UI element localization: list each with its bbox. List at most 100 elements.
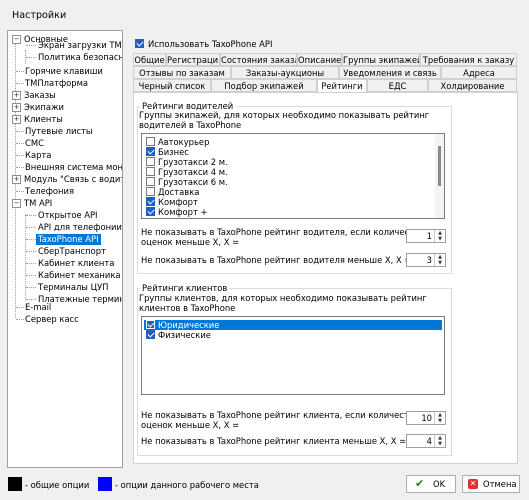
checkbox[interactable] bbox=[146, 157, 155, 166]
collapse-icon[interactable]: − bbox=[12, 35, 21, 44]
tree-node-clients[interactable]: Клиенты bbox=[24, 114, 63, 125]
tree-node-taxophone-api[interactable]: TaxoPhone API bbox=[36, 234, 101, 245]
tree-node-telephony[interactable]: Телефония bbox=[25, 186, 74, 197]
tree-node-tmplatform[interactable]: ТМПлатформа bbox=[25, 78, 88, 89]
list-item: Бизнес bbox=[158, 147, 189, 157]
tree-node-monitoring[interactable]: Внешняя система мониторинга bbox=[25, 162, 122, 173]
driver-count-label-1: Не показывать в TaxoPhone рейтинг водите… bbox=[141, 227, 425, 237]
checkbox[interactable] bbox=[146, 330, 155, 339]
tree-node-cup-terminals[interactable]: Терминалы ЦУП bbox=[38, 282, 108, 293]
list-item: Комфорт bbox=[158, 197, 198, 207]
tree-node-map[interactable]: Карта bbox=[25, 150, 51, 161]
close-icon: ✕ bbox=[468, 479, 478, 489]
list-item: Автокурьер bbox=[158, 137, 210, 147]
stepper-arrows-icon[interactable]: ▲ ▼ bbox=[434, 230, 445, 242]
client-min-stepper[interactable]: 4 ▲ ▼ bbox=[406, 434, 446, 448]
checkbox[interactable] bbox=[146, 147, 155, 156]
tab-notifications[interactable]: Уведомления и связь bbox=[339, 66, 441, 79]
tab-general[interactable]: Общие bbox=[133, 53, 166, 66]
stepper-value: 4 bbox=[426, 436, 432, 446]
tree-node-sbertransport[interactable]: СберТранспорт bbox=[38, 246, 106, 257]
local-options-swatch bbox=[98, 477, 112, 491]
driver-min-stepper[interactable]: 3 ▲ ▼ bbox=[406, 253, 446, 267]
tree-node-tm-api[interactable]: ТМ API bbox=[24, 198, 52, 209]
driver-ratings-description: Группы экипажей, для которых необходимо … bbox=[139, 110, 430, 130]
use-taxophone-api-checkbox[interactable] bbox=[135, 39, 144, 48]
tab-ratings[interactable]: Рейтинги bbox=[317, 79, 367, 93]
client-ratings-description: Группы клиентов, для которых необходимо … bbox=[139, 293, 427, 313]
tree-node-sms[interactable]: СМС bbox=[25, 138, 44, 149]
ok-button[interactable]: ✔ OK bbox=[406, 475, 456, 493]
tree-node-security-policy[interactable]: Политика безопасност bbox=[38, 52, 122, 63]
tree-node-orders[interactable]: Заказы bbox=[24, 90, 56, 101]
title-bar: Настройки bbox=[0, 0, 529, 30]
collapse-icon[interactable]: − bbox=[12, 199, 21, 208]
tree-node-open-api[interactable]: Открытое API bbox=[38, 210, 98, 221]
list-item: Комфорт + bbox=[158, 207, 208, 217]
tree-node-telephony-api[interactable]: API для телефонии bbox=[38, 222, 122, 233]
tab-eds[interactable]: ЕДС bbox=[367, 79, 428, 92]
settings-tree[interactable]: − Основные Экран загрузки ТМ Политика без… bbox=[7, 30, 123, 468]
driver-count-stepper[interactable]: 1 ▲ ▼ bbox=[406, 229, 446, 243]
list-item: Доставка bbox=[158, 187, 200, 197]
tab-crew-groups[interactable]: Группы экипажей bbox=[342, 53, 420, 66]
tab-registration[interactable]: Регистрация bbox=[166, 53, 220, 66]
driver-groups-list[interactable]: Автокурьер Бизнес Грузотакси 2 м. Грузот… bbox=[141, 133, 445, 219]
tab-order-states[interactable]: Состояния заказа bbox=[220, 53, 297, 66]
tab-holding[interactable]: Холдирование bbox=[428, 79, 517, 92]
tree-node-mechanic-cabinet[interactable]: Кабинет механика bbox=[38, 270, 121, 281]
cancel-label: Отмена bbox=[483, 479, 517, 489]
common-options-legend: - общие опции bbox=[25, 480, 90, 490]
client-ratings-title: Рейтинги клиентов bbox=[140, 283, 230, 293]
tree-node-driver-link[interactable]: Модуль "Связь с водителем" bbox=[24, 174, 122, 185]
tab-blacklist[interactable]: Черный список bbox=[133, 79, 211, 92]
checkbox[interactable] bbox=[146, 137, 155, 146]
tree-node-email[interactable]: E-mail bbox=[25, 302, 51, 313]
stepper-arrows-icon[interactable]: ▲ ▼ bbox=[434, 254, 445, 266]
use-taxophone-api-label: Использовать TaxoPhone API bbox=[148, 39, 273, 49]
client-min-label: Не показывать в TaxoPhone рейтинг клиент… bbox=[141, 436, 407, 446]
checkbox[interactable] bbox=[146, 320, 155, 329]
checkbox[interactable] bbox=[146, 187, 155, 196]
checkbox[interactable] bbox=[146, 197, 155, 206]
checkbox[interactable] bbox=[146, 167, 155, 176]
stepper-arrows-icon[interactable]: ▲ ▼ bbox=[434, 412, 445, 424]
list-item: Физические bbox=[158, 330, 211, 340]
list-item: Грузотакси 4 м. bbox=[158, 167, 228, 177]
client-count-label-1: Не показывать в TaxoPhone рейтинг клиент… bbox=[141, 410, 419, 420]
stepper-arrows-icon[interactable]: ▲ ▼ bbox=[434, 435, 445, 447]
tab-order-reviews[interactable]: Отзывы по заказам bbox=[133, 66, 231, 79]
local-options-legend: - опции данного рабочего места bbox=[115, 480, 259, 490]
tab-order-auctions[interactable]: Заказы-аукционы bbox=[231, 66, 339, 79]
tree-node-crews[interactable]: Экипажи bbox=[24, 102, 64, 113]
tree-node-boot-screen[interactable]: Экран загрузки ТМ bbox=[38, 40, 122, 51]
expand-icon[interactable]: + bbox=[12, 103, 21, 112]
list-item: Юридические bbox=[158, 320, 220, 330]
stepper-value: 1 bbox=[426, 231, 432, 241]
client-count-stepper[interactable]: 10 ▲ ▼ bbox=[406, 411, 446, 425]
window-title: Настройки bbox=[12, 10, 67, 21]
list-item: Грузотакси 2 м. bbox=[158, 157, 228, 167]
driver-min-label: Не показывать в TaxoPhone рейтинг водите… bbox=[141, 255, 412, 265]
common-options-swatch bbox=[8, 477, 22, 491]
stepper-value: 10 bbox=[421, 413, 432, 423]
list-scrollbar[interactable] bbox=[435, 134, 444, 218]
checkmark-icon: ✔ bbox=[415, 477, 425, 490]
tree-node-hotkeys[interactable]: Горячие клавиши bbox=[25, 66, 103, 77]
tree-node-client-cabinet[interactable]: Кабинет клиента bbox=[38, 258, 114, 269]
tab-addresses[interactable]: Адреса bbox=[441, 66, 517, 79]
tab-crew-selection[interactable]: Подбор экипажей bbox=[211, 79, 317, 92]
tab-description[interactable]: Описание bbox=[297, 53, 342, 66]
tree-node-cash-server[interactable]: Сервер касс bbox=[25, 314, 79, 325]
checkbox[interactable] bbox=[146, 207, 155, 216]
driver-count-label-2: оценок меньше X, X = bbox=[141, 237, 240, 247]
expand-icon[interactable]: + bbox=[12, 115, 21, 124]
expand-icon[interactable]: + bbox=[12, 91, 21, 100]
cancel-button[interactable]: ✕ Отмена bbox=[462, 475, 520, 493]
tree-node-waybills[interactable]: Путевые листы bbox=[25, 126, 93, 137]
expand-icon[interactable]: + bbox=[12, 175, 21, 184]
checkbox[interactable] bbox=[146, 177, 155, 186]
client-groups-list[interactable]: Юридические Физические bbox=[141, 316, 445, 395]
tab-order-requirements[interactable]: Требования к заказу bbox=[420, 53, 517, 66]
list-item: Грузотакси 6 м. bbox=[158, 177, 228, 187]
